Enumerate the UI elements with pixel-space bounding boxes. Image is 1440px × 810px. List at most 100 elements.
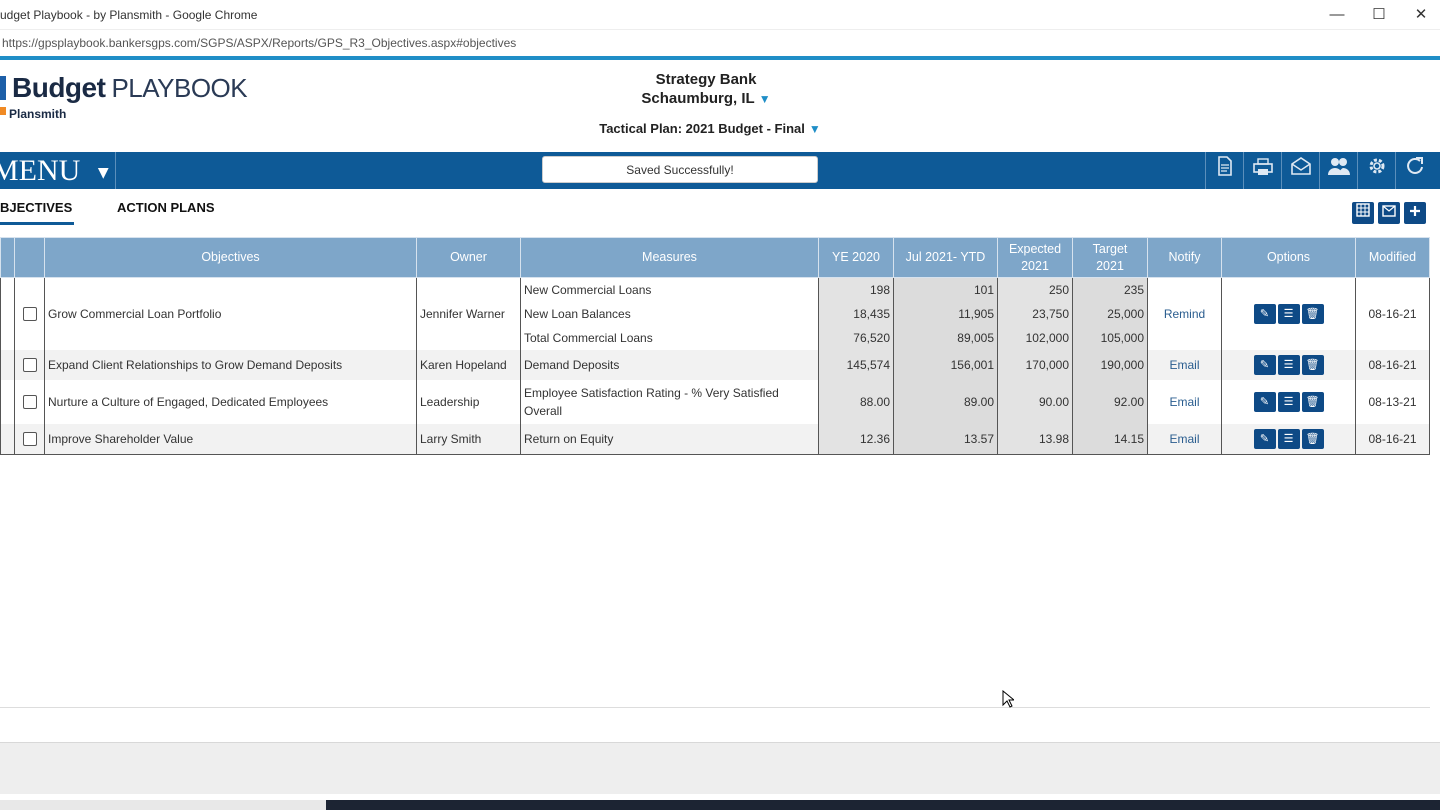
- caret-down-icon[interactable]: ▼: [809, 122, 821, 136]
- ytd-value: 156,001: [893, 349, 998, 380]
- header-target-line2: 2021: [1096, 258, 1124, 273]
- save-toast: Saved Successfully!: [542, 156, 818, 183]
- expected-value: 23,750: [997, 301, 1073, 326]
- expected-value: 102,000: [997, 325, 1073, 350]
- logo-mark: [0, 76, 6, 100]
- modified-date: 08-16-21: [1355, 277, 1430, 350]
- ytd-value: 89,005: [893, 325, 998, 350]
- header-jul-ytd[interactable]: Jul 2021- YTD: [893, 237, 998, 278]
- close-window-button[interactable]: ✕: [1401, 4, 1440, 26]
- ye2020-value: 12.36: [818, 423, 894, 455]
- content-divider: [0, 707, 1430, 708]
- target-value: 105,000: [1072, 325, 1148, 350]
- print-icon[interactable]: [1243, 152, 1281, 189]
- row-checkbox[interactable]: [22, 307, 37, 322]
- table-row: Nurture a Culture of Engaged, Dedicated …: [0, 379, 1430, 424]
- caret-down-icon[interactable]: ▼: [759, 92, 771, 106]
- drag-handle[interactable]: [0, 379, 15, 424]
- edit-icon[interactable]: ✎: [1253, 303, 1276, 324]
- ye2020-value: 198: [818, 277, 894, 302]
- remind-link[interactable]: Remind: [1164, 307, 1205, 321]
- objective-name[interactable]: Improve Shareholder Value: [44, 423, 417, 455]
- row-checkbox-cell: [14, 349, 45, 380]
- row-checkbox[interactable]: [22, 432, 37, 447]
- edit-icon[interactable]: ✎: [1253, 391, 1276, 412]
- app-logo[interactable]: Budget PLAYBOOK: [12, 72, 248, 104]
- measure-name: Employee Satisfaction Rating - % Very Sa…: [520, 379, 819, 424]
- plan-select[interactable]: Tactical Plan: 2021 Budget - Final ▼: [560, 121, 860, 136]
- logo-light: PLAYBOOK: [111, 73, 248, 103]
- objectives-table: Objectives Owner Measures YE 2020 Jul 20…: [0, 237, 1430, 455]
- tab-action-plans[interactable]: ACTION PLANS: [117, 200, 215, 215]
- header-objectives[interactable]: Objectives: [44, 237, 417, 278]
- add-icon[interactable]: [1404, 202, 1426, 224]
- details-icon[interactable]: ☰: [1277, 428, 1300, 449]
- delete-icon[interactable]: 🗑: [1301, 428, 1324, 449]
- measure-name: Total Commercial Loans: [520, 325, 819, 350]
- header-expected-line2: 2021: [1021, 258, 1049, 273]
- maximize-button[interactable]: ☐: [1359, 4, 1399, 26]
- browser-titlebar: udget Playbook - by Plansmith - Google C…: [0, 0, 1440, 30]
- details-icon[interactable]: ☰: [1277, 303, 1300, 324]
- menu-button[interactable]: MENU ▼: [0, 152, 116, 189]
- bank-location-select[interactable]: Schaumburg, IL ▼: [620, 90, 792, 107]
- columns-icon[interactable]: [1352, 202, 1374, 224]
- users-icon[interactable]: [1319, 152, 1357, 189]
- notify-cell: Email: [1147, 349, 1222, 380]
- address-bar[interactable]: https://gpsplaybook.bankersgps.com/SGPS/…: [0, 30, 1440, 56]
- objective-name[interactable]: Grow Commercial Loan Portfolio: [44, 277, 417, 350]
- email-link[interactable]: Email: [1169, 432, 1199, 446]
- edit-icon[interactable]: ✎: [1253, 428, 1276, 449]
- header-target-line1: Target: [1092, 241, 1128, 256]
- drag-handle[interactable]: [0, 423, 15, 455]
- ye2020-value: 145,574: [818, 349, 894, 380]
- owner-name: Karen Hopeland: [416, 349, 521, 380]
- row-checkbox[interactable]: [22, 394, 37, 409]
- options-cell: ✎ ☰ 🗑: [1221, 277, 1356, 350]
- ytd-value: 101: [893, 277, 998, 302]
- report-icon[interactable]: [1205, 152, 1243, 189]
- delete-icon[interactable]: 🗑: [1301, 391, 1324, 412]
- table-row: Improve Shareholder Value Larry Smith Re…: [0, 423, 1430, 455]
- minimize-button[interactable]: —: [1317, 4, 1357, 26]
- header-expected-line1: Expected: [1008, 241, 1062, 256]
- email-link[interactable]: Email: [1169, 395, 1199, 409]
- window-title: udget Playbook - by Plansmith - Google C…: [0, 8, 258, 22]
- ye2020-value: 18,435: [818, 301, 894, 326]
- header-notify: Notify: [1147, 237, 1222, 278]
- tab-active-underline: [0, 222, 74, 225]
- mouse-cursor-icon: [1002, 690, 1014, 708]
- expected-value: 250: [997, 277, 1073, 302]
- email-link[interactable]: Email: [1169, 358, 1199, 372]
- header-owner[interactable]: Owner: [416, 237, 521, 278]
- logo-bold: Budget: [12, 72, 106, 103]
- gear-icon[interactable]: [1357, 152, 1395, 189]
- email-icon[interactable]: [1378, 202, 1400, 224]
- url-text[interactable]: https://gpsplaybook.bankersgps.com/SGPS/…: [2, 36, 516, 50]
- measure-name: New Loan Balances: [520, 301, 819, 326]
- drag-handle[interactable]: [0, 349, 15, 380]
- options-cell: ✎ ☰ 🗑: [1221, 379, 1356, 424]
- header-measures[interactable]: Measures: [520, 237, 819, 278]
- plansmith-dot-icon: [0, 107, 6, 115]
- objective-name[interactable]: Expand Client Relationships to Grow Dema…: [44, 349, 417, 380]
- delete-icon[interactable]: 🗑: [1301, 303, 1324, 324]
- header-modified[interactable]: Modified: [1355, 237, 1430, 278]
- target-value: 92.00: [1072, 379, 1148, 424]
- mail-icon[interactable]: [1281, 152, 1319, 189]
- objective-name[interactable]: Nurture a Culture of Engaged, Dedicated …: [44, 379, 417, 424]
- details-icon[interactable]: ☰: [1277, 391, 1300, 412]
- row-checkbox-cell: [14, 423, 45, 455]
- expected-value: 90.00: [997, 379, 1073, 424]
- edit-icon[interactable]: ✎: [1253, 354, 1276, 375]
- details-icon[interactable]: ☰: [1277, 354, 1300, 375]
- row-checkbox[interactable]: [22, 357, 37, 372]
- footer-bar: [0, 742, 1440, 794]
- header-expected[interactable]: Expected 2021: [997, 237, 1073, 278]
- refresh-icon[interactable]: [1395, 152, 1433, 189]
- delete-icon[interactable]: 🗑: [1301, 354, 1324, 375]
- drag-handle[interactable]: [0, 277, 15, 350]
- header-ye2020[interactable]: YE 2020: [818, 237, 894, 278]
- header-target[interactable]: Target 2021: [1072, 237, 1148, 278]
- tab-objectives[interactable]: BJECTIVES: [0, 200, 72, 215]
